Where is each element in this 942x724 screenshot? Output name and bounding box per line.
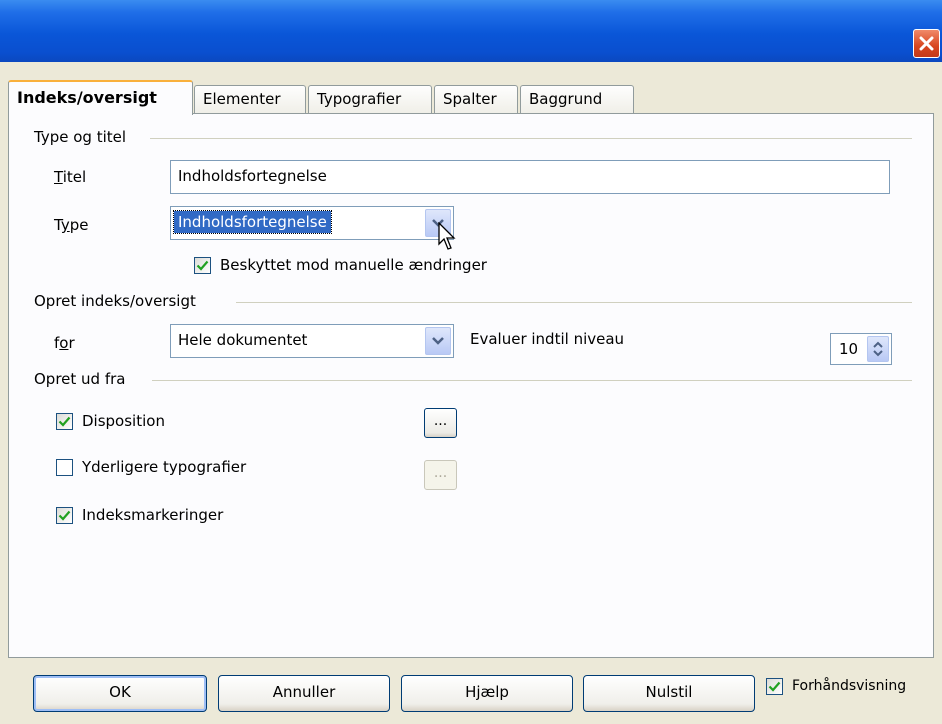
title-input[interactable]: Indholdsfortegnelse <box>170 160 890 194</box>
mnemonic: T <box>54 168 63 186</box>
type-dropdown[interactable]: Indholdsfortegnelse <box>170 206 454 240</box>
protect-label: Beskyttet mod manuelle ændringer <box>220 256 487 274</box>
outline-checkbox[interactable] <box>56 413 73 430</box>
tab-label: Baggrund <box>529 90 603 108</box>
group-divider <box>150 138 912 139</box>
cancel-button[interactable]: Annuller <box>218 675 390 712</box>
tab-label: Spalter <box>443 90 497 108</box>
tab-indeks-oversigt[interactable]: Indeks/oversigt <box>8 80 193 115</box>
marks-checkbox[interactable] <box>56 507 73 524</box>
styles-label: Yderligere typografier <box>82 458 247 476</box>
for-dropdown-value: Hele dokumentet <box>178 331 308 349</box>
checkmark-icon <box>768 681 781 692</box>
preview-label: Forhåndsvisning <box>792 678 907 694</box>
tab-label: Indeks/oversigt <box>17 88 157 107</box>
outline-options-button[interactable]: ... <box>424 408 457 438</box>
type-label: Type <box>54 216 89 234</box>
tab-label: Elementer <box>203 90 281 108</box>
close-x-icon <box>919 36 934 51</box>
title-bar <box>0 0 942 62</box>
checkmark-icon <box>58 416 71 427</box>
mouse-cursor-icon <box>438 222 456 250</box>
title-label: Titel <box>54 168 87 186</box>
group-divider <box>152 380 912 381</box>
group-title-from: Opret ud fra <box>34 370 126 388</box>
title-input-value: Indholdsfortegnelse <box>178 167 327 185</box>
ok-button[interactable]: OK <box>33 675 207 712</box>
tab-label: Typografier <box>317 90 402 108</box>
level-label: Evaluer indtil niveau <box>470 330 625 348</box>
outline-label: Disposition <box>82 412 165 430</box>
chevron-down-icon[interactable] <box>425 327 451 355</box>
reset-button[interactable]: Nulstil <box>583 675 755 712</box>
tab-baggrund[interactable]: Baggrund <box>520 85 634 113</box>
mnemonic: y <box>60 216 70 234</box>
tab-typografier[interactable]: Typografier <box>308 85 432 113</box>
for-label: for <box>54 334 75 352</box>
tab-spalter[interactable]: Spalter <box>434 85 518 113</box>
marks-label: Indeksmarkeringer <box>82 506 224 524</box>
checkmark-icon <box>58 510 71 521</box>
styles-checkbox[interactable] <box>56 459 73 476</box>
group-title-create: Opret indeks/oversigt <box>34 292 196 310</box>
checkmark-icon <box>196 260 209 271</box>
preview-checkbox[interactable] <box>766 678 783 695</box>
group-divider <box>236 302 912 303</box>
type-dropdown-value: Indholdsfortegnelse <box>173 210 332 234</box>
tab-panel <box>8 113 934 658</box>
mnemonic: o <box>59 334 69 352</box>
tab-elementer[interactable]: Elementer <box>194 85 306 113</box>
protect-checkbox[interactable] <box>194 257 211 274</box>
close-button[interactable] <box>913 29 940 58</box>
for-dropdown[interactable]: Hele dokumentet <box>170 324 454 358</box>
help-button[interactable]: Hjælp <box>401 675 573 712</box>
spin-arrows-icon[interactable] <box>867 336 889 362</box>
group-title-type: Type og titel <box>34 128 127 146</box>
styles-options-button[interactable]: ... <box>424 460 457 490</box>
level-spinner[interactable]: 10 <box>830 333 892 365</box>
level-value: 10 <box>839 340 859 358</box>
